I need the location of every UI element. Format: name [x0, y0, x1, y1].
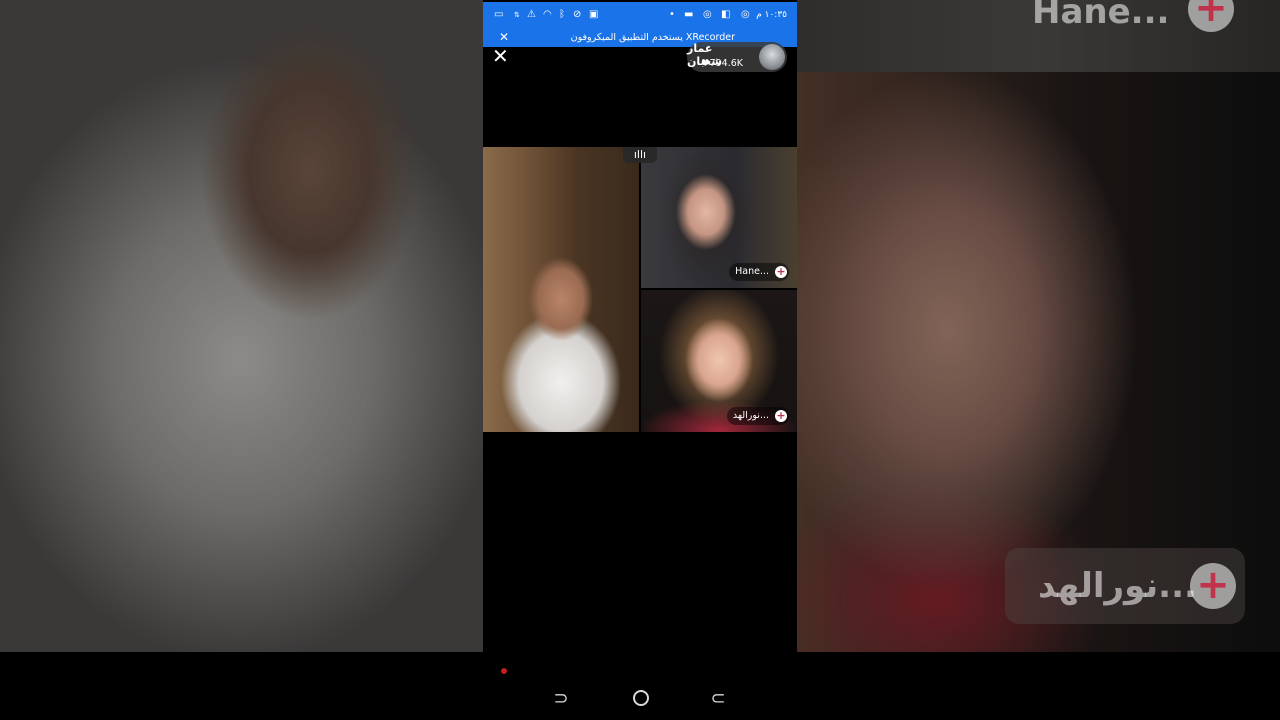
guest-name-badge[interactable]: Hane... + — [729, 263, 789, 281]
host-likes: ♥794.6K — [701, 58, 743, 69]
guest-tile-1[interactable]: Hane... + — [641, 147, 797, 288]
wifi-icon: ◠ — [543, 9, 552, 20]
recording-dot-icon — [501, 668, 507, 674]
host-likes-count: 794.6K — [709, 58, 743, 69]
dot-icon: • — [669, 9, 675, 20]
battery-icon: ▭ — [494, 9, 504, 20]
background-dim-left — [0, 0, 483, 652]
guest-name: Hane... — [735, 266, 769, 277]
status-bar: ▭ ⇅ ⚠ ◠ ᛒ ⊘ ▣ • ▬ ◎ ◧ ◎ ١٠:٣٥ م ✕ يستخدم… — [483, 2, 797, 47]
heart-icon: ♥ — [701, 58, 710, 69]
multi-guest-grid: Hane... + نورالهد... + ıllı — [483, 147, 797, 432]
background-plus-top-icon: + — [1188, 0, 1234, 32]
phone-screen: ▭ ⇅ ⚠ ◠ ᛒ ⊘ ▣ • ▬ ◎ ◧ ◎ ١٠:٣٥ م ✕ يستخدم… — [483, 0, 797, 652]
cast-icon: ▣ — [589, 9, 599, 20]
instagram-icon: ◎ — [703, 9, 712, 20]
recents-button[interactable]: ⊂ — [706, 688, 730, 709]
add-guest-plus-icon[interactable]: + — [775, 266, 787, 278]
data-icon: ⇅ — [514, 11, 520, 19]
background-plus-bottom-icon: + — [1190, 563, 1236, 609]
notification-close-icon[interactable]: ✕ — [499, 30, 509, 44]
status-time: ١٠:٣٥ م — [756, 10, 787, 20]
guest-name: نورالهد... — [732, 410, 769, 421]
outlook-icon: ◧ — [721, 9, 731, 20]
status-icons-row: ▭ ⇅ ⚠ ◠ ᛒ ⊘ ▣ • ▬ ◎ ◧ ◎ ١٠:٣٥ م — [483, 8, 797, 26]
instagram-icon-2: ◎ — [741, 9, 750, 20]
home-button[interactable] — [633, 690, 649, 706]
guest-tile-host[interactable] — [483, 147, 639, 432]
guest-name-badge[interactable]: نورالهد... + — [726, 407, 789, 425]
back-button[interactable]: ⊃ — [549, 688, 573, 709]
add-guest-plus-icon[interactable]: + — [775, 410, 787, 422]
bluetooth-icon: ᛒ — [559, 9, 565, 20]
background-name-bottom: نورالهد... — [1038, 566, 1197, 606]
guest-tile-2[interactable]: نورالهد... + — [641, 290, 797, 432]
warning-icon: ⚠ — [527, 9, 536, 20]
message-icon: ▬ — [684, 9, 694, 20]
host-avatar[interactable] — [759, 44, 785, 70]
audio-level-icon: ıllı — [623, 147, 657, 163]
mute-icon: ⊘ — [573, 9, 582, 20]
host-info-pill[interactable]: عمار شعبان ♥794.6K — [687, 42, 787, 72]
close-live-button[interactable]: ✕ — [492, 44, 509, 68]
background-name-top: Hane... — [1032, 0, 1170, 32]
system-navigation-bar: ⊃ ⊂ — [0, 652, 1280, 720]
